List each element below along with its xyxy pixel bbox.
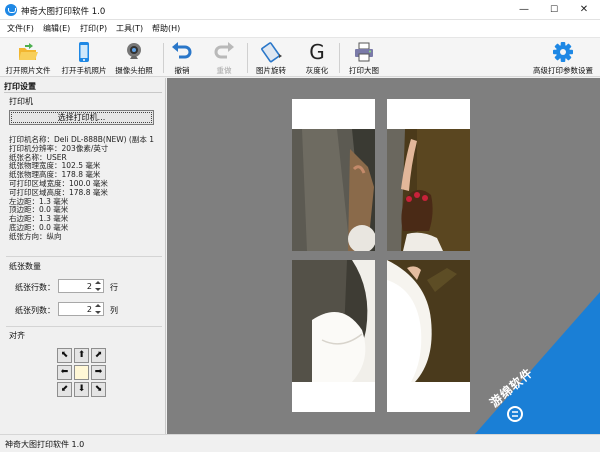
rotate-icon <box>261 42 282 63</box>
undo-button[interactable]: 撤销 <box>167 40 197 76</box>
menu-print[interactable]: 打印(P) <box>80 23 107 34</box>
grayscale-icon: G <box>309 40 325 64</box>
paper-count-group-title: 纸张数量 <box>9 262 41 271</box>
grayscale-label: 灰度化 <box>305 66 329 75</box>
align-left-button[interactable]: ⬅ <box>57 365 72 380</box>
print-big-label: 打印大图 <box>349 66 379 75</box>
printer-icon <box>355 42 373 62</box>
watermark-logo <box>475 292 600 434</box>
app-icon <box>5 4 17 16</box>
webcam-icon <box>127 43 141 59</box>
advanced-settings-label: 高级打印参数设置 <box>533 66 593 75</box>
maximize-button[interactable]: ☐ <box>539 0 569 20</box>
menu-tools[interactable]: 工具(T) <box>116 23 143 34</box>
minimize-button[interactable]: — <box>509 0 539 20</box>
status-bar: 神奇大图打印软件 1.0 <box>0 434 600 452</box>
rotate-button[interactable]: 图片旋转 <box>252 40 290 76</box>
rotate-label: 图片旋转 <box>256 66 286 75</box>
stepper-arrows-icon[interactable] <box>94 281 102 291</box>
toolbar-separator <box>247 43 248 73</box>
align-bottom-left-button[interactable]: ⬋ <box>57 382 72 397</box>
align-top-right-button[interactable]: ⬈ <box>91 348 106 363</box>
open-photo-label: 打开照片文件 <box>5 66 51 75</box>
undo-icon <box>172 42 192 59</box>
close-button[interactable]: ✕ <box>569 0 599 20</box>
paper-page[interactable] <box>387 260 470 412</box>
paper-page[interactable] <box>292 260 375 412</box>
photo-tile <box>292 260 375 382</box>
printer-group-title: 打印机 <box>9 97 33 106</box>
redo-icon <box>214 42 234 59</box>
advanced-settings-button[interactable]: 高级打印参数设置 <box>530 40 596 76</box>
open-phone-photo-button[interactable]: 打开手机照片 <box>58 40 110 76</box>
menu-edit[interactable]: 编辑(E) <box>43 23 70 34</box>
open-phone-label: 打开手机照片 <box>61 66 107 75</box>
align-top-left-button[interactable]: ⬉ <box>57 348 72 363</box>
menu-bar: 文件(F) 编辑(E) 打印(P) 工具(T) 帮助(H) <box>0 20 600 37</box>
align-center-button[interactable] <box>74 365 89 380</box>
gear-icon <box>553 42 573 62</box>
camera-label: 摄像头拍照 <box>115 66 153 75</box>
align-top-button[interactable]: ⬆ <box>74 348 89 363</box>
paper-orientation: 纸张方向：纵向 <box>9 231 62 241</box>
paper-page[interactable] <box>387 99 470 251</box>
print-big-button[interactable]: 打印大图 <box>344 40 384 76</box>
align-group-title: 对齐 <box>9 331 25 340</box>
folder-open-icon <box>19 43 38 60</box>
cols-stepper[interactable]: 2 <box>58 302 104 316</box>
cols-label: 纸张列数： <box>15 306 55 315</box>
panel-divider <box>4 92 162 93</box>
undo-label: 撤销 <box>174 66 190 75</box>
cols-unit: 列 <box>110 306 118 315</box>
phone-icon <box>79 42 89 62</box>
photo-tile <box>387 129 470 251</box>
group-divider <box>6 256 162 257</box>
toolbar: 打开照片文件 打开手机照片 摄像头拍照 撤销 重做 图片旋转 G 灰度化 打印大… <box>0 37 600 77</box>
open-photo-button[interactable]: 打开照片文件 <box>2 40 54 76</box>
align-bottom-button[interactable]: ⬇ <box>74 382 89 397</box>
window-title: 神奇大图打印软件 1.0 <box>21 7 106 17</box>
panel-title: 打印设置 <box>4 82 36 91</box>
grayscale-button[interactable]: G 灰度化 <box>301 40 333 76</box>
select-printer-button[interactable]: 选择打印机... <box>9 110 154 125</box>
photo-tile <box>387 260 470 382</box>
redo-label: 重做 <box>216 66 232 75</box>
camera-button[interactable]: 摄像头拍照 <box>111 40 157 76</box>
status-text: 神奇大图打印软件 1.0 <box>5 440 85 449</box>
rows-unit: 行 <box>110 283 118 292</box>
align-right-button[interactable]: ➡ <box>91 365 106 380</box>
stepper-arrows-icon[interactable] <box>94 304 102 314</box>
align-bottom-right-button[interactable]: ⬊ <box>91 382 106 397</box>
cols-value: 2 <box>86 305 92 314</box>
redo-button[interactable]: 重做 <box>209 40 239 76</box>
rows-label: 纸张行数： <box>15 283 55 292</box>
photo-tile <box>292 129 375 251</box>
menu-file[interactable]: 文件(F) <box>7 23 34 34</box>
menu-help[interactable]: 帮助(H) <box>152 23 180 34</box>
printer-info: 打印机名称：Deli DL-888B(NEW) (副本 1 打印机分辨率：203… <box>9 135 154 242</box>
rows-value: 2 <box>86 282 92 291</box>
toolbar-separator <box>163 43 164 73</box>
paper-page[interactable] <box>292 99 375 251</box>
title-bar: 神奇大图打印软件 1.0 — ☐ ✕ <box>0 0 600 20</box>
toolbar-separator <box>339 43 340 73</box>
group-divider <box>6 326 162 327</box>
rows-stepper[interactable]: 2 <box>58 279 104 293</box>
